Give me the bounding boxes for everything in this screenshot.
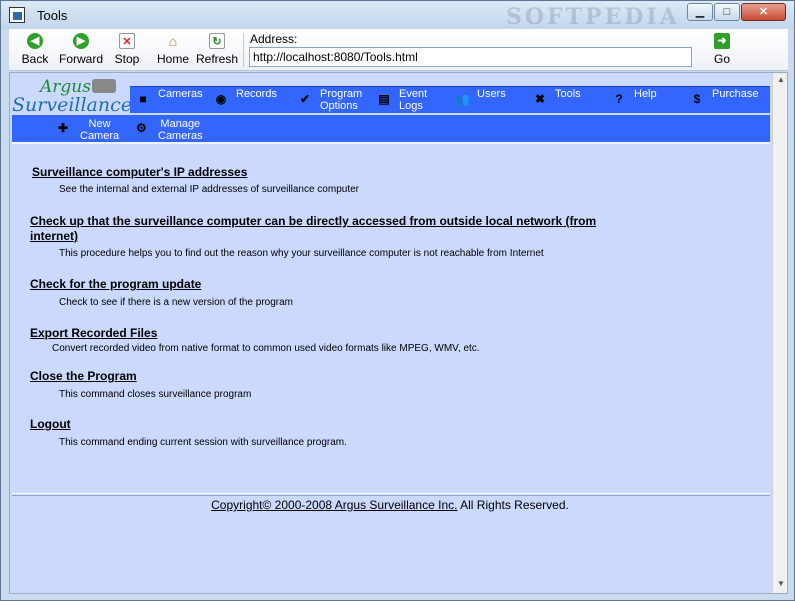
refresh-label: Refresh: [195, 52, 239, 66]
back-button[interactable]: ◀ Back: [11, 33, 59, 69]
nav-records-label: Records: [236, 88, 277, 100]
subnav-manage-cameras-label: Manage Cameras: [158, 118, 203, 142]
title-bar[interactable]: Tools SOFTPEDIA ▁ □ ✕: [1, 1, 794, 30]
nav-users-label: Users: [477, 88, 506, 100]
forward-button[interactable]: ▶ Forward: [57, 33, 105, 69]
home-icon: ⌂: [168, 33, 178, 49]
scroll-up-arrow-icon[interactable]: ▲: [776, 75, 786, 84]
main-nav: ■ Cameras ◉ Records ✔ Program Options ▤ …: [130, 86, 770, 113]
window-title: Tools: [37, 8, 68, 23]
home-label: Home: [156, 52, 189, 66]
tool-ip-addresses-link[interactable]: Surveillance computer's IP addresses: [32, 165, 612, 180]
check-icon: ✔: [299, 92, 311, 106]
go-arrow-icon: ➜: [714, 33, 730, 49]
help-icon: ?: [615, 92, 623, 106]
tool-ip-addresses-desc: See the internal and external IP address…: [59, 184, 359, 195]
argus-logo[interactable]: Argus Surveillance: [12, 77, 132, 117]
tool-remote-access-link[interactable]: Check up that the surveillance computer …: [30, 214, 610, 244]
toolbar: ◀ Back ▶ Forward ✕ Stop ⌂ Home ↻ Refresh…: [9, 29, 788, 71]
tool-close-program-link[interactable]: Close the Program: [30, 369, 610, 384]
users-icon: 👥: [455, 92, 470, 106]
browser-window: Tools SOFTPEDIA ▁ □ ✕ ◀ Back ▶ Forward ✕…: [0, 0, 795, 601]
footer: Copyright© 2000-2008 Argus Surveillance …: [10, 498, 770, 512]
tool-close-program-desc: This command closes surveillance program: [59, 389, 252, 400]
forward-label: Forward: [58, 52, 103, 66]
scroll-down-arrow-icon[interactable]: ▼: [776, 579, 786, 588]
go-label: Go: [713, 52, 730, 66]
close-button[interactable]: ✕: [741, 3, 786, 21]
nav-program-options-label: Program Options: [320, 88, 363, 112]
nav-purchase-label: Purchase: [712, 88, 759, 100]
camera-logo-icon: [92, 79, 116, 93]
nav-cameras-label: Cameras: [158, 88, 203, 100]
nav-help-label: Help: [634, 88, 657, 100]
refresh-icon: ↻: [209, 33, 225, 49]
stop-label: Stop: [114, 52, 140, 66]
toolbar-separator: [243, 33, 244, 67]
watermark: SOFTPEDIA: [506, 4, 680, 30]
add-camera-icon: ✚: [58, 121, 69, 135]
app-icon: [9, 7, 25, 23]
copyright-link[interactable]: Copyright© 2000-2008 Argus Surveillance …: [211, 498, 457, 512]
footer-divider: [12, 493, 770, 496]
dollar-icon: $: [693, 92, 701, 106]
camera-icon: ■: [139, 92, 147, 106]
refresh-button[interactable]: ↻ Refresh: [193, 33, 241, 69]
tool-logout-desc: This command ending current session with…: [59, 437, 347, 448]
tool-update-link[interactable]: Check for the program update: [30, 277, 610, 292]
disc-icon: ◉: [215, 92, 227, 106]
stop-button[interactable]: ✕ Stop: [103, 33, 151, 69]
minimize-button[interactable]: ▁: [687, 3, 713, 21]
tool-logout-link[interactable]: Logout: [30, 417, 610, 432]
go-button[interactable]: ➜ Go: [698, 33, 746, 69]
home-button[interactable]: ⌂ Home: [149, 33, 197, 69]
page-content[interactable]: Argus Surveillance ■ Cameras ◉ Records ✔…: [9, 72, 788, 594]
stop-icon: ✕: [119, 33, 135, 49]
copyright-rest: All Rights Reserved.: [457, 498, 569, 512]
forward-arrow-icon: ▶: [73, 33, 89, 49]
subnav-divider: [12, 142, 770, 144]
sub-nav: ✚ New Camera ⚙ Manage Cameras: [12, 115, 770, 142]
back-arrow-icon: ◀: [27, 33, 43, 49]
logo-line2: Surveillance: [12, 94, 132, 116]
tool-update-desc: Check to see if there is a new version o…: [59, 297, 294, 308]
address-label: Address:: [250, 32, 298, 46]
tools-icon: ✖: [534, 92, 546, 106]
nav-tools-label: Tools: [555, 88, 581, 100]
maximize-button[interactable]: □: [714, 3, 740, 21]
nav-event-logs-label: Event Logs: [399, 88, 428, 112]
tool-export-link[interactable]: Export Recorded Files: [30, 326, 610, 341]
manage-cameras-icon: ⚙: [136, 121, 147, 135]
tool-export-desc: Convert recorded video from native forma…: [52, 343, 480, 354]
log-icon: ▤: [378, 92, 390, 106]
tool-remote-access-desc: This procedure helps you to find out the…: [59, 248, 544, 259]
vertical-scrollbar[interactable]: ▲ ▼: [772, 73, 787, 593]
back-label: Back: [21, 52, 49, 66]
address-input[interactable]: [249, 47, 692, 67]
subnav-new-camera-label: New Camera: [80, 118, 120, 142]
